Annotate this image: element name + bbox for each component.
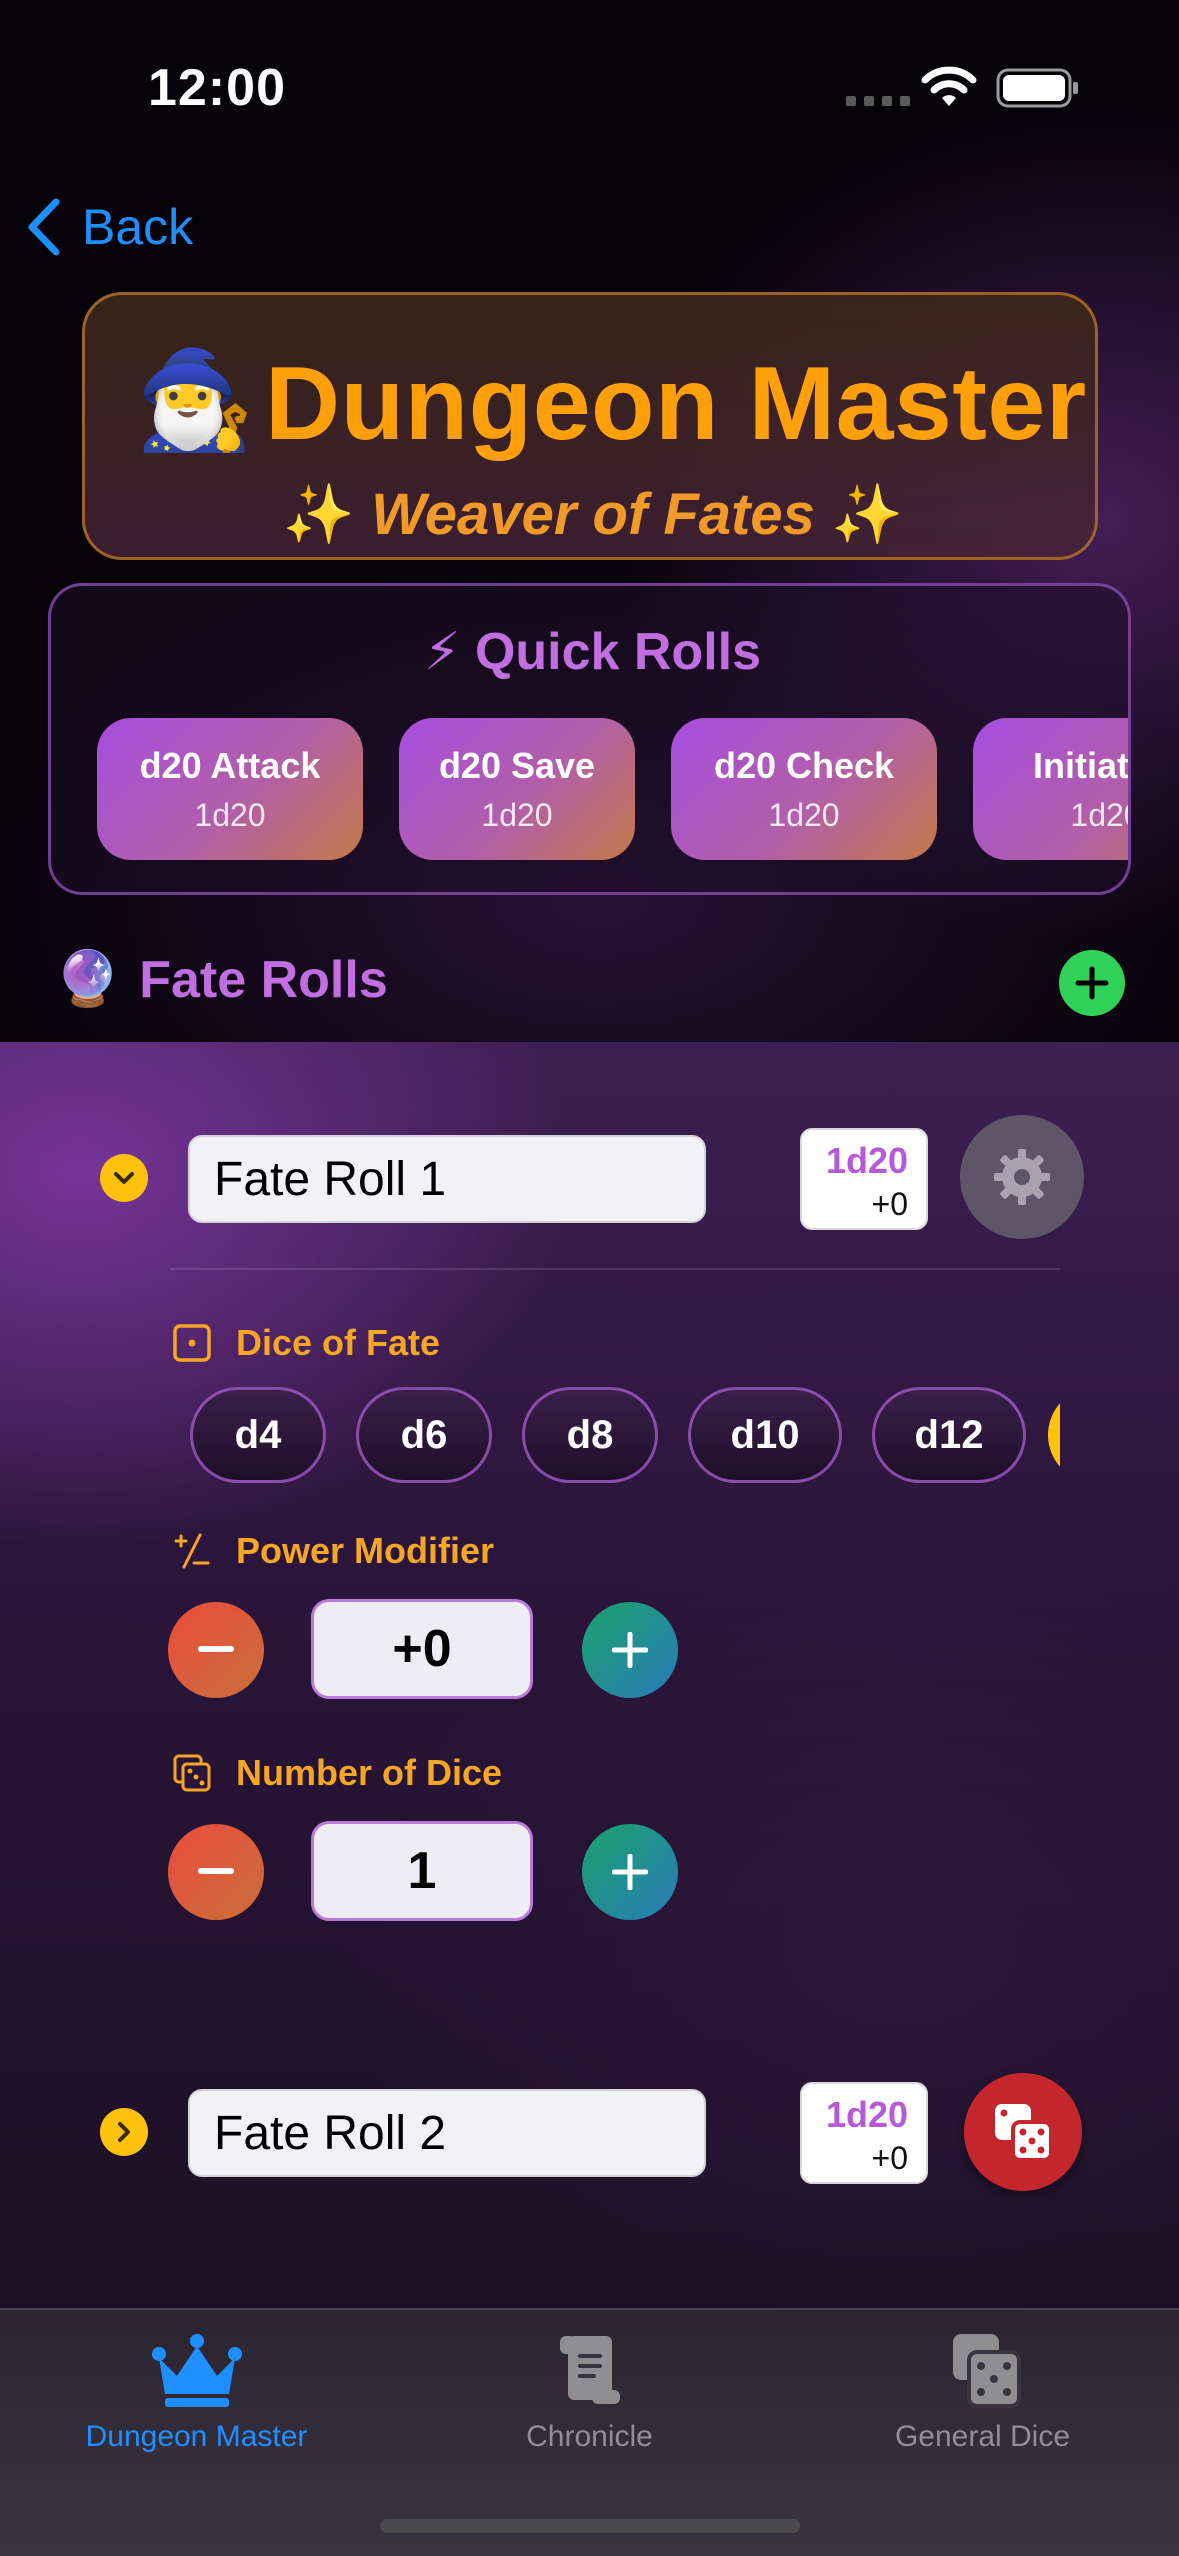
dice-type-selector[interactable]: d4 d6 d8 d10 d12 d20 <box>188 1385 1060 1485</box>
dice-modifier: +0 <box>871 1186 908 1222</box>
crown-icon <box>151 2334 242 2407</box>
cellular-signal-icon <box>846 96 910 106</box>
tab-label: Chronicle <box>526 2420 653 2453</box>
tab-dungeon-master[interactable]: Dungeon Master <box>0 2328 393 2454</box>
fate-roll-1-name-input[interactable]: Fate Roll 1 <box>188 1135 706 1223</box>
quick-roll-save-button[interactable]: d20 Save 1d20 <box>399 718 635 860</box>
quick-roll-dice: 1d20 <box>768 796 840 833</box>
quick-roll-attack-button[interactable]: d20 Attack 1d20 <box>97 718 363 860</box>
quick-roll-label: Initiative <box>1032 744 1129 786</box>
modifier-increment-button[interactable] <box>582 1602 678 1698</box>
quick-roll-label: d20 Check <box>713 744 895 786</box>
plus-icon <box>612 1854 648 1890</box>
fate-roll-2-name-input[interactable]: Fate Roll 2 <box>188 2089 706 2177</box>
gear-icon <box>994 1149 1050 1205</box>
scroll-icon <box>559 2336 620 2404</box>
plus-icon <box>1075 966 1109 1000</box>
section-label-text: Number of Dice <box>236 1752 503 1793</box>
die-option-d12[interactable]: d12 <box>872 1387 1026 1483</box>
plus-minus-icon <box>174 1533 210 1569</box>
quick-roll-dice: 1d20 <box>194 796 266 833</box>
die-option-d6[interactable]: d6 <box>356 1387 492 1483</box>
wifi-icon <box>921 66 977 106</box>
dice-icon <box>995 2104 1053 2162</box>
back-label: Back <box>82 199 194 255</box>
page-title: Dungeon Master <box>265 346 1087 462</box>
plus-icon <box>612 1632 648 1668</box>
dice-count-increment-button[interactable] <box>582 1824 678 1920</box>
quick-roll-check-button[interactable]: d20 Check 1d20 <box>671 718 937 860</box>
dice-count-decrement-button[interactable] <box>168 1824 264 1920</box>
die-option-d20[interactable]: d20 <box>1048 1387 1060 1483</box>
crystal-ball-icon: 🔮 <box>54 949 122 1009</box>
chevron-down-icon <box>114 1172 134 1184</box>
fate-rolls-heading: 🔮 Fate Rolls <box>54 948 388 1011</box>
minus-icon <box>198 1868 234 1874</box>
power-modifier-label: Power Modifier <box>172 1530 494 1572</box>
section-label-text: Dice of Fate <box>236 1322 441 1363</box>
quick-roll-dice: 1d20 <box>481 796 553 833</box>
die-option-d10[interactable]: d10 <box>688 1387 842 1483</box>
fate-roll-2-roll-button[interactable] <box>964 2073 1082 2191</box>
quick-roll-initiative-button[interactable]: Initiative 1d20 <box>973 718 1129 860</box>
subtitle-text: Weaver of Fates <box>371 482 815 547</box>
collapse-fate-roll-1-button[interactable] <box>100 1154 148 1202</box>
dice-modifier: +0 <box>871 2140 908 2176</box>
quick-roll-label: d20 Attack <box>139 744 321 786</box>
quick-rolls-card: ⚡ Quick Rolls d20 Attack 1d20 d20 Save 1… <box>48 583 1131 895</box>
sparkles-icon: ✨ <box>831 482 904 547</box>
tab-label: Dungeon Master <box>85 2420 308 2453</box>
dice-notation: 1d20 <box>825 2094 908 2135</box>
battery-icon <box>996 68 1078 108</box>
divider <box>170 1268 1060 1270</box>
sparkles-icon: ✨ <box>282 482 355 547</box>
expand-fate-roll-2-button[interactable] <box>100 2108 148 2156</box>
home-indicator <box>380 2519 800 2533</box>
chevron-left-icon <box>28 198 60 256</box>
number-of-dice-label: Number of Dice <box>172 1752 502 1794</box>
page-subtitle: ✨ Weaver of Fates ✨ <box>85 481 1101 549</box>
quick-rolls-scroller[interactable]: d20 Attack 1d20 d20 Save 1d20 d20 Check … <box>97 718 1129 860</box>
minus-icon <box>198 1646 234 1652</box>
die-option-d8[interactable]: d8 <box>522 1387 658 1483</box>
quick-rolls-label: Quick Rolls <box>474 623 762 681</box>
dice-notation: 1d20 <box>825 1140 908 1181</box>
chevron-right-icon <box>118 2122 130 2142</box>
die-face-icon <box>173 1324 211 1362</box>
dice-count-value-field[interactable]: 1 <box>311 1821 533 1921</box>
tab-general-dice[interactable]: General Dice <box>786 2328 1179 2454</box>
tab-label: General Dice <box>894 2420 1071 2453</box>
quick-roll-label: d20 Save <box>438 744 596 786</box>
back-button[interactable]: Back <box>24 196 193 258</box>
die-option-d4[interactable]: d4 <box>190 1387 326 1483</box>
lightning-icon: ⚡ <box>423 623 461 681</box>
modifier-value-field[interactable]: +0 <box>311 1599 533 1699</box>
quick-roll-dice: 1d20 <box>1070 796 1128 833</box>
fate-roll-1-settings-button[interactable] <box>960 1115 1084 1239</box>
wizard-icon: 🧙‍♂️ <box>135 347 255 454</box>
quick-rolls-title: ⚡ Quick Rolls <box>51 622 1128 682</box>
section-label-text: Power Modifier <box>236 1530 495 1571</box>
header-card: 🧙‍♂️ Dungeon Master ✨ Weaver of Fates ✨ <box>82 292 1098 560</box>
dice-of-fate-label: Dice of Fate <box>172 1322 440 1364</box>
dice-stack-icon <box>173 1754 211 1792</box>
tab-chronicle[interactable]: Chronicle <box>393 2328 786 2454</box>
add-fate-roll-button[interactable] <box>1059 950 1125 1016</box>
modifier-decrement-button[interactable] <box>168 1602 264 1698</box>
fate-roll-2-dice-badge: 1d20 +0 <box>800 2082 928 2184</box>
dice-icon <box>952 2334 1021 2408</box>
fate-rolls-title: Fate Rolls <box>139 950 388 1009</box>
fate-roll-1-dice-badge: 1d20 +0 <box>800 1128 928 1230</box>
status-time: 12:00 <box>148 59 286 117</box>
